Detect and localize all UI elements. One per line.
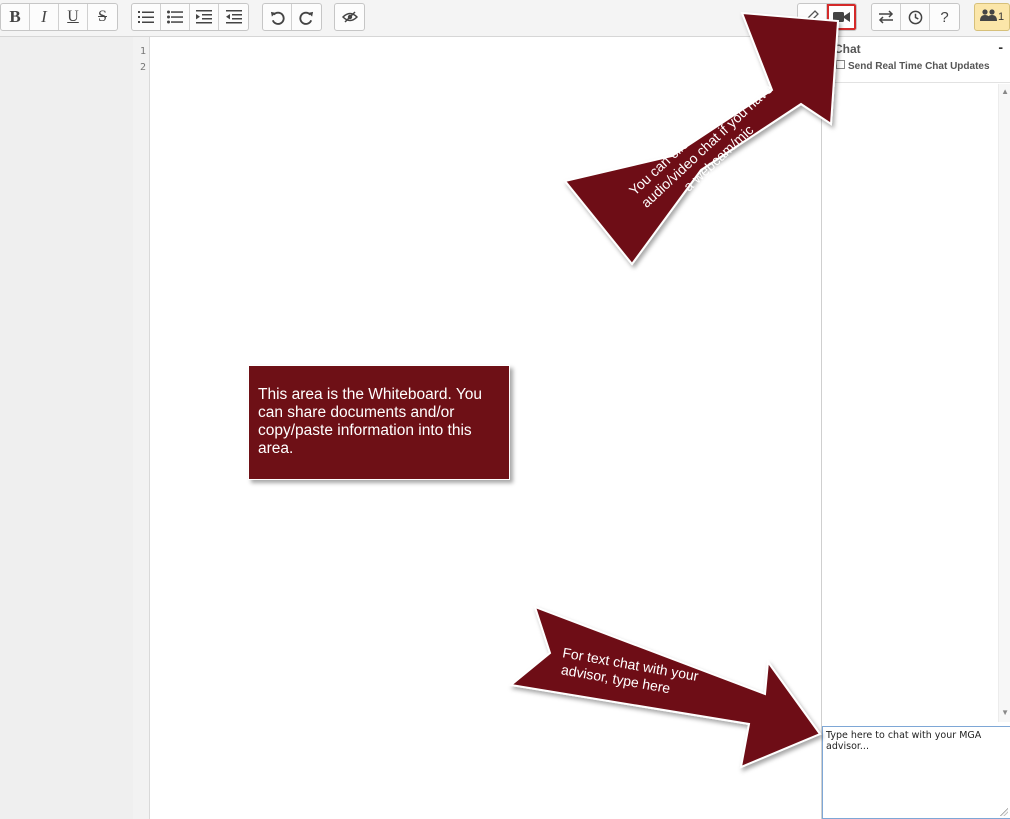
text-chat-callout-arrow: For text chat with your advisor, type he… [508,605,822,769]
whiteboard-callout: This area is the Whiteboard. You can sha… [248,365,510,480]
video-chat-callout-arrow: You can click here to enable audio/video… [563,11,840,266]
whiteboard-callout-text: This area is the Whiteboard. You can sha… [258,386,483,457]
video-arrow-line: audio/video chat if you have [638,80,776,210]
